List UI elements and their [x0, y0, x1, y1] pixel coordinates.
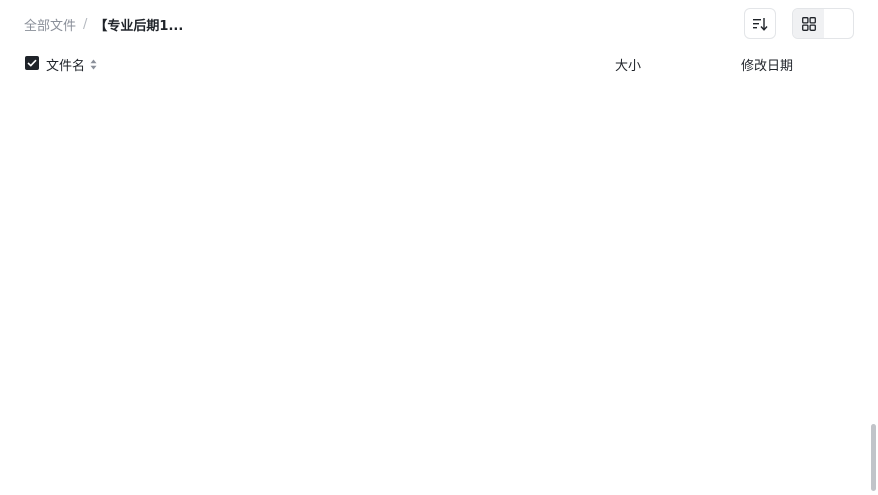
breadcrumb: 全部文件 / 【专业后期1...	[24, 15, 183, 34]
grid-view-icon	[801, 16, 816, 31]
sort-button[interactable]	[744, 8, 776, 39]
top-bar: 全部文件 / 【专业后期1... 37水下摄影色彩还原3项2025-07-03 …	[0, 0, 878, 48]
breadcrumb-current: 【专业后期1...	[94, 19, 184, 34]
view-toggle: 37水下摄影色彩还原3项2025-07-03 20:4138阿宝色调的学习5项2…	[792, 8, 854, 39]
breadcrumb-root-link[interactable]: 全部文件	[24, 15, 76, 34]
scrollbar-thumb[interactable]	[871, 424, 876, 491]
header-date[interactable]: 修改日期	[741, 55, 793, 74]
select-all-checkbox[interactable]	[25, 56, 39, 70]
header-size[interactable]: 大小	[615, 55, 641, 74]
sort-caret-icon	[90, 59, 97, 70]
header-name[interactable]: 文件名	[46, 55, 97, 74]
grid-view-button[interactable]	[793, 9, 824, 38]
header-name-label: 文件名	[46, 59, 86, 74]
table-header: 文件名 大小 修改日期	[12, 51, 868, 77]
breadcrumb-separator: /	[83, 17, 88, 32]
sort-icon	[753, 17, 768, 31]
check-icon	[27, 59, 37, 67]
